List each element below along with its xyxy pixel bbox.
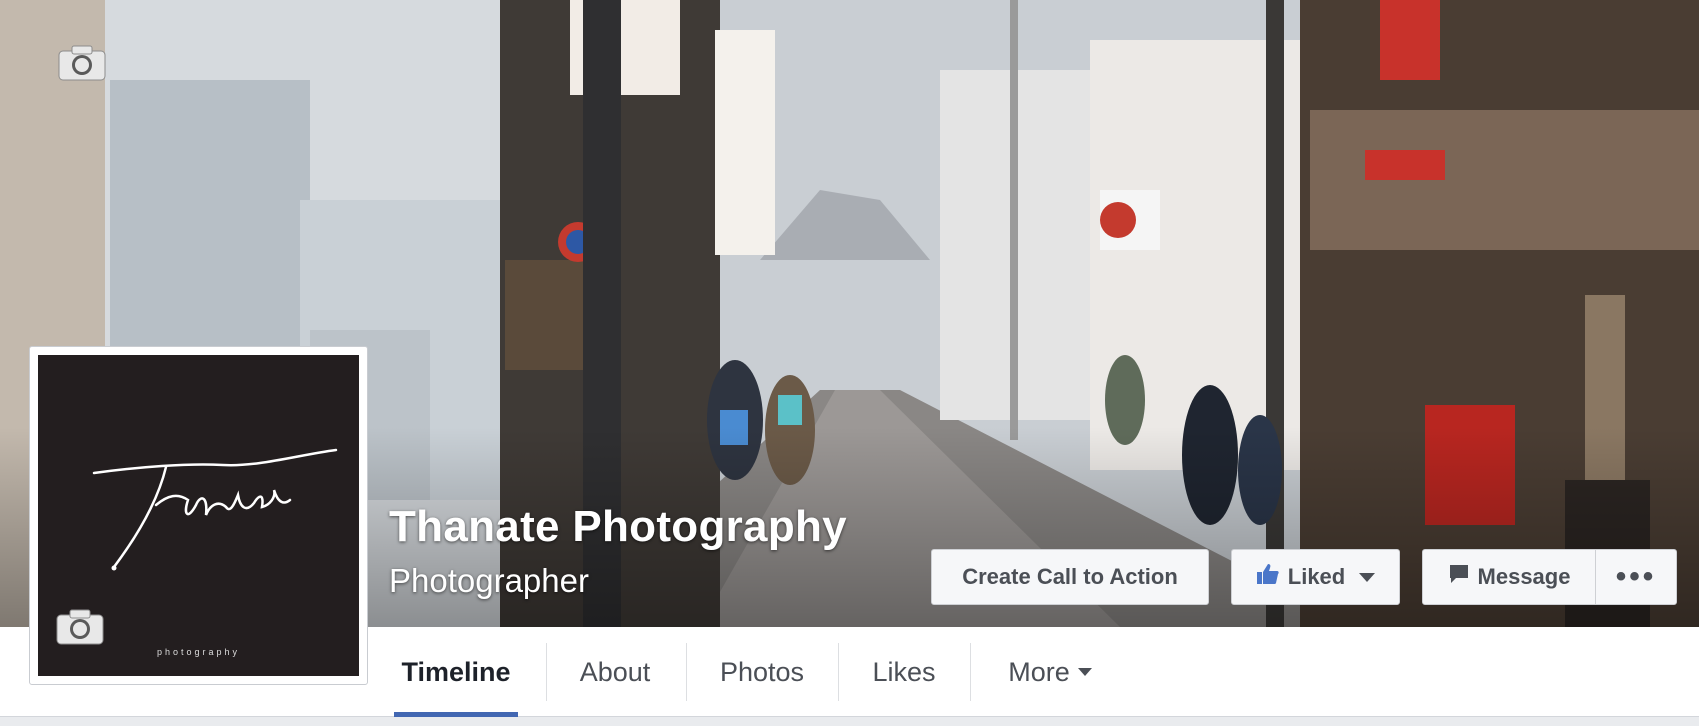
- page-title: Thanate Photography: [389, 502, 847, 551]
- page-category: Photographer: [389, 562, 589, 599]
- tab-likes[interactable]: Likes: [852, 627, 956, 717]
- create-cta-label: Create Call to Action: [962, 564, 1178, 589]
- tab-timeline[interactable]: Timeline: [394, 627, 518, 717]
- message-button[interactable]: Message: [1422, 549, 1596, 605]
- thumbs-up-icon: [1256, 562, 1280, 592]
- tab-about[interactable]: About: [560, 627, 670, 717]
- tab-label: More: [1008, 656, 1070, 687]
- tab-label: Photos: [719, 656, 805, 687]
- liked-label: Liked: [1287, 564, 1346, 589]
- create-call-to-action-button[interactable]: Create Call to Action: [931, 549, 1209, 605]
- profile-picture[interactable]: photography: [29, 346, 368, 685]
- tab-divider: [838, 643, 839, 701]
- tab-label: About: [579, 656, 651, 687]
- camera-icon[interactable]: [55, 608, 105, 646]
- tab-more[interactable]: More: [984, 627, 1116, 717]
- speech-bubble-icon: [1448, 563, 1470, 591]
- camera-icon[interactable]: [57, 44, 107, 82]
- tab-divider: [546, 643, 547, 701]
- logo-subtext: photography: [156, 647, 241, 657]
- caret-down-icon: [1077, 668, 1092, 676]
- more-options-button[interactable]: •••: [1595, 549, 1677, 605]
- tab-divider: [970, 643, 971, 701]
- tab-label: Timeline: [401, 656, 511, 687]
- tab-divider: [686, 643, 687, 701]
- tab-photos[interactable]: Photos: [700, 627, 824, 717]
- tab-label: Likes: [872, 656, 936, 687]
- profile-logo: photography: [38, 355, 359, 676]
- caret-down-icon: [1359, 572, 1376, 582]
- more-options-label: •••: [1615, 560, 1657, 593]
- liked-button[interactable]: Liked: [1231, 549, 1400, 605]
- message-label: Message: [1477, 564, 1571, 589]
- facebook-page-header: Thanate Photography Photographer Create …: [0, 0, 1699, 726]
